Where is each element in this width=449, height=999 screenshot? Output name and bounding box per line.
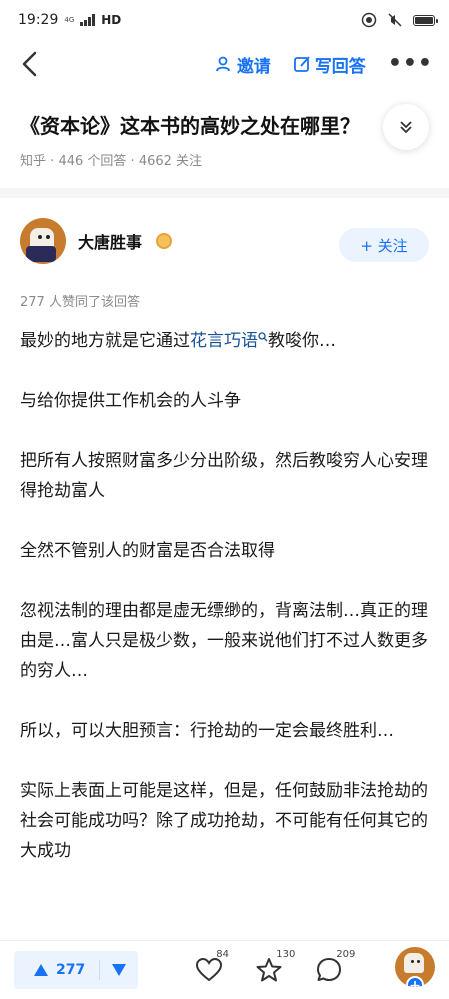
answer-content: 最妙的地方就是它通过花言巧语 教唆你… 与给你提供工作机会的人斗争 把所有人按照财… xyxy=(20,326,432,896)
comment-count: 209 xyxy=(336,949,356,960)
section-divider xyxy=(0,188,449,198)
upvote-icon xyxy=(34,964,48,976)
user-plus-icon xyxy=(215,56,230,72)
bottom-action-bar: 277 84 130 209 + xyxy=(0,940,449,999)
status-bar: 19:29 4G HD xyxy=(0,0,449,40)
upvote-count: 277 xyxy=(56,962,86,978)
favorite-button[interactable]: 130 xyxy=(254,949,295,985)
answer-paragraph: 所以，可以大胆预言：行抢劫的一定会最终胜利… xyxy=(20,721,394,741)
author-row[interactable]: 大唐胜事 xyxy=(20,218,173,264)
back-arrow-icon xyxy=(22,51,37,77)
answer-paragraph: 实际上表面上可能是这样，但是，任何鼓励非法抢劫的社会可能成功吗？除了成功抢劫，不… xyxy=(20,781,428,861)
paragraph-text: 最妙的地方就是它通过 xyxy=(20,331,190,351)
status-time: 19:29 xyxy=(18,12,59,28)
hd-indicator: HD xyxy=(101,13,122,27)
invite-button[interactable]: 邀请 xyxy=(215,52,271,77)
answer-paragraph: 与给你提供工作机会的人斗争 xyxy=(20,391,241,411)
follow-plus-icon[interactable]: + xyxy=(406,976,424,987)
more-menu-button[interactable]: ••• xyxy=(388,53,433,75)
keyword-link[interactable]: 花言巧语 xyxy=(190,331,258,351)
favorite-count: 130 xyxy=(276,949,296,960)
expand-question-button[interactable] xyxy=(383,104,429,150)
chevron-down-icon xyxy=(400,121,412,134)
answer-paragraph: 全然不管别人的财富是否合法取得 xyxy=(20,541,275,561)
vote-group: 277 xyxy=(14,951,139,989)
signal-icon xyxy=(80,14,96,26)
answer-paragraph: 忽视法制的理由都是虚无缥缈的，背离法制…真正的理由是…富人只是极少数，一般来说他… xyxy=(20,601,428,681)
invite-label: 邀请 xyxy=(236,56,271,77)
question-meta: 知乎 · 446 个回答 · 4662 关注 xyxy=(20,150,202,169)
author-name[interactable]: 大唐胜事 xyxy=(78,229,142,253)
answer-paragraph: 最妙的地方就是它通过花言巧语 教唆你… xyxy=(20,326,432,356)
write-answer-label: 写回答 xyxy=(314,56,366,77)
edit-icon xyxy=(293,56,310,72)
back-button[interactable] xyxy=(16,50,44,78)
heart-icon xyxy=(196,958,223,982)
question-title[interactable]: 《资本论》这本书的高妙之处在哪里？ xyxy=(20,110,400,139)
voter-count: 277 人赞同了该回答 xyxy=(20,295,140,310)
avatar[interactable] xyxy=(20,218,66,264)
upvote-button[interactable]: 277 xyxy=(14,951,99,989)
paragraph-text: 教唆你… xyxy=(268,331,336,351)
source-label: 知乎 xyxy=(20,154,47,169)
star-icon xyxy=(256,958,282,982)
search-icon[interactable] xyxy=(258,332,268,342)
author-avatar-follow[interactable]: + xyxy=(395,947,435,987)
battery-icon xyxy=(413,14,438,26)
meta-separator: · xyxy=(50,154,55,169)
like-button[interactable]: 84 xyxy=(194,949,229,985)
meta-separator: · xyxy=(130,154,135,169)
like-count: 84 xyxy=(216,949,229,960)
follow-count: 4662 关注 xyxy=(138,154,203,169)
answer-count: 446 个回答 xyxy=(58,154,127,169)
network-type: 4G xyxy=(64,15,75,24)
badge-icon xyxy=(156,233,173,249)
navbar: 邀请 写回答 ••• xyxy=(0,42,449,86)
write-answer-button[interactable]: 写回答 xyxy=(293,52,366,77)
downvote-button[interactable] xyxy=(100,951,138,989)
downvote-icon xyxy=(112,964,127,976)
follow-button[interactable]: + 关注 xyxy=(339,228,429,262)
mute-icon xyxy=(388,13,402,27)
answer-paragraph: 把所有人按照财富多少分出阶级，然后教唆穷人心安理得抢劫富人 xyxy=(20,451,428,501)
comment-icon xyxy=(317,958,342,981)
do-not-disturb-icon xyxy=(361,12,377,28)
comment-button[interactable]: 209 xyxy=(314,949,355,985)
